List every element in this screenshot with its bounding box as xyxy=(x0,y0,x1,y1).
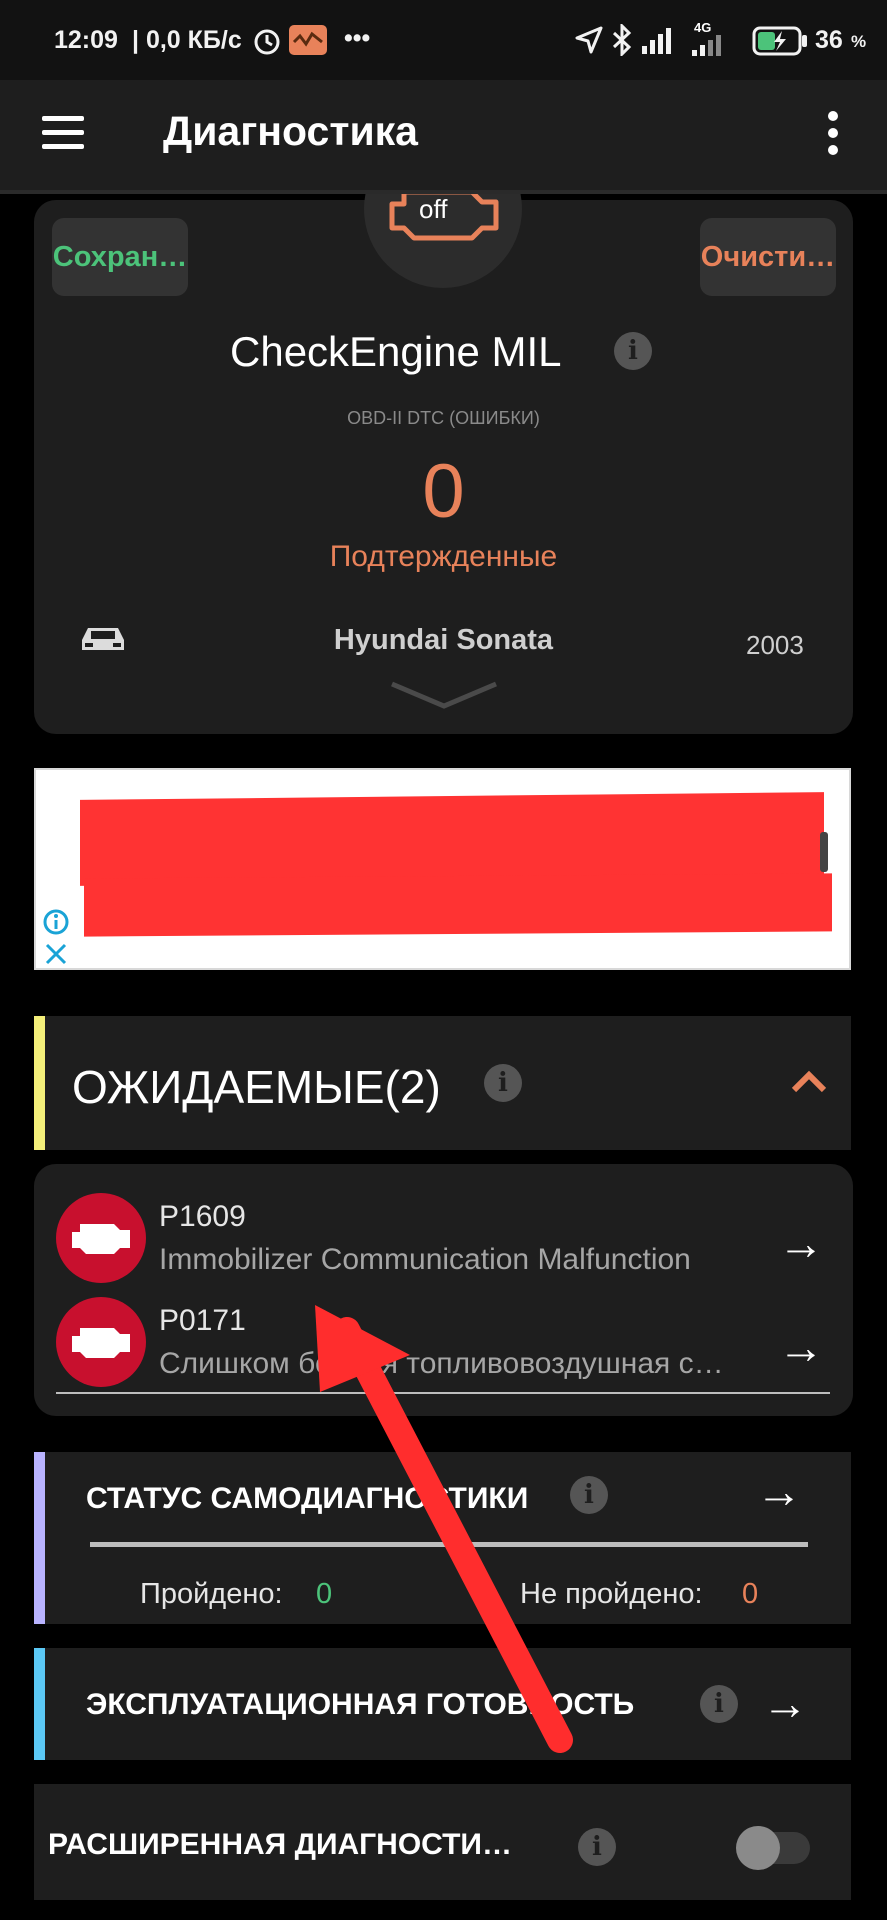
annotation-arrow xyxy=(315,1305,573,1753)
